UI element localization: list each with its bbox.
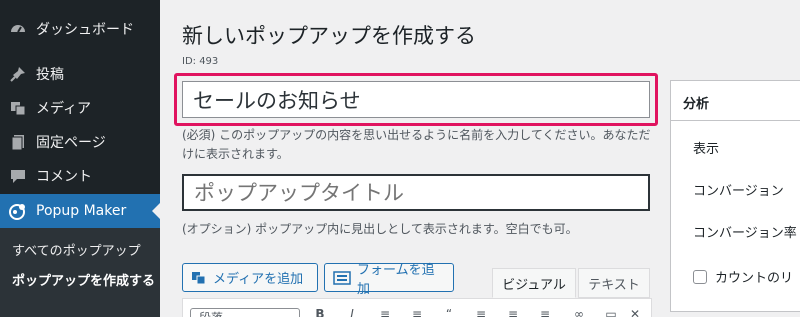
dashboard-icon: [8, 19, 28, 39]
add-form-button[interactable]: フォームを追加: [324, 263, 454, 297]
tab-visual[interactable]: ビジュアル: [492, 268, 576, 298]
numbered-list-icon[interactable]: ≡: [410, 308, 424, 317]
tab-text[interactable]: テキスト: [578, 268, 650, 298]
bullet-list-icon[interactable]: ≡: [378, 308, 392, 317]
analytics-views: 表示: [693, 142, 720, 157]
popup-title-input[interactable]: [182, 174, 650, 211]
media-icon: [191, 270, 207, 286]
popup-maker-icon: [8, 201, 28, 221]
menu-comments[interactable]: コメント: [0, 159, 160, 193]
link-icon[interactable]: ∞: [572, 308, 586, 317]
menu-popup-maker-label: Popup Maker: [36, 203, 127, 219]
analytics-title: 分析: [671, 81, 800, 121]
title-help-text: (オプション) ポップアップ内に見出しとして表示されます。空白でも可。: [182, 222, 578, 236]
add-media-label: メディアを追加: [213, 272, 304, 287]
bold-icon[interactable]: B: [313, 308, 327, 317]
analytics-box: 分析 表示 コンバージョン コンバージョン率 カウントのリ: [670, 80, 800, 312]
comment-icon: [8, 166, 28, 186]
more-icon[interactable]: ▭: [604, 308, 618, 317]
pin-icon: [8, 64, 28, 84]
popup-name-input[interactable]: [182, 81, 650, 118]
add-form-label: フォームを追加: [357, 262, 435, 297]
admin-sidebar: ダッシュボード 投稿 メディア 固定ページ コメント Popup Maker す…: [0, 0, 160, 317]
reset-counts-checkbox[interactable]: [693, 270, 707, 284]
menu-comments-label: コメント: [36, 169, 92, 185]
menu-dashboard-label: ダッシュボード: [36, 22, 134, 38]
fullscreen-icon[interactable]: ✕: [628, 308, 642, 317]
add-media-button[interactable]: メディアを追加: [182, 263, 318, 292]
submenu-add-popup[interactable]: ポップアップを作成する: [12, 270, 155, 289]
popup-id: ID: 493: [182, 56, 219, 67]
align-center-icon[interactable]: ≡: [506, 308, 520, 317]
reset-counts-label: カウントのリ: [715, 271, 794, 286]
name-help-text: (必須) このポップアップの内容を思い出せるように名前を入力してください。あなた…: [182, 128, 651, 161]
menu-pages-label: 固定ページ: [36, 135, 106, 151]
popup-maker-submenu: すべてのポップアップ ポップアップを作成する: [0, 228, 160, 317]
menu-popup-maker[interactable]: Popup Maker: [0, 194, 160, 228]
align-right-icon[interactable]: ≡: [538, 308, 552, 317]
form-icon: [333, 270, 351, 285]
pages-icon: [8, 132, 28, 152]
analytics-conversion-rate: コンバージョン率: [693, 226, 797, 241]
menu-media-label: メディア: [36, 101, 92, 117]
menu-dashboard[interactable]: ダッシュボード: [0, 12, 160, 46]
page-title: 新しいポップアップを作成する: [182, 24, 476, 48]
menu-media[interactable]: メディア: [0, 91, 160, 125]
menu-posts-label: 投稿: [36, 67, 64, 83]
format-select[interactable]: 段落: [190, 308, 300, 317]
align-left-icon[interactable]: ≡: [474, 308, 488, 317]
submenu-all-popups[interactable]: すべてのポップアップ: [12, 240, 141, 259]
italic-icon[interactable]: I: [345, 308, 359, 317]
reset-counts-option[interactable]: カウントのリ: [693, 267, 793, 286]
analytics-conversions: コンバージョン: [693, 184, 784, 199]
media-icon: [8, 98, 28, 118]
menu-pages[interactable]: 固定ページ: [0, 125, 160, 159]
menu-posts[interactable]: 投稿: [0, 57, 160, 91]
blockquote-icon[interactable]: “: [442, 308, 456, 317]
